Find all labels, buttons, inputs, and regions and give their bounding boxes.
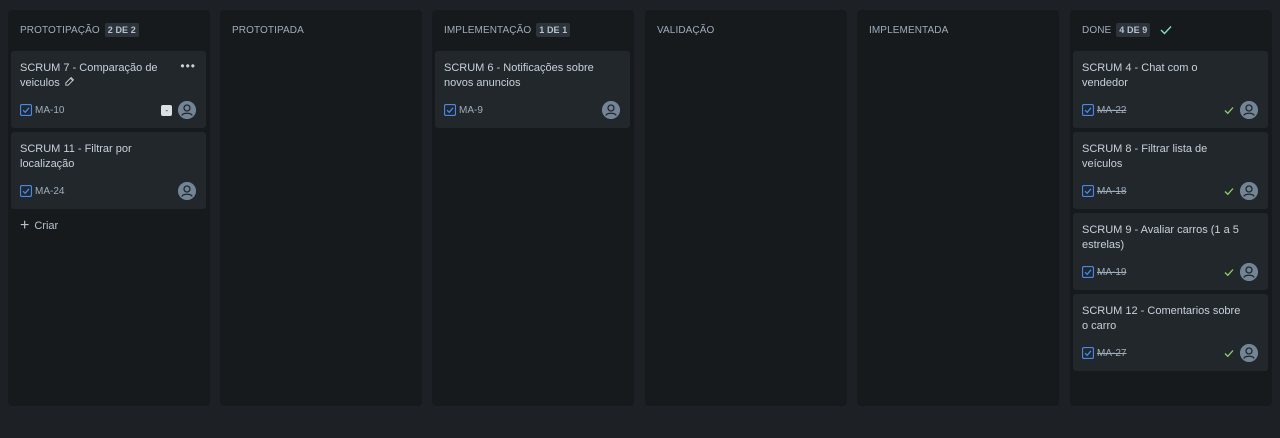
issue-key[interactable]: MA-24 xyxy=(35,186,64,197)
card-footer: MA-24 xyxy=(20,182,196,200)
resolved-check-icon xyxy=(1224,106,1234,114)
card-title: SCRUM 7 - Comparação de veiculos xyxy=(20,62,158,89)
column-header: IMPLEMENTAÇÃO 1 DE 1 xyxy=(444,23,626,37)
issue-card[interactable]: SCRUM 7 - Comparação de veiculos ••• MA-… xyxy=(11,51,206,128)
checkbox-task-icon xyxy=(1082,104,1094,116)
user-avatar-icon[interactable] xyxy=(602,101,620,119)
card-title: SCRUM 6 - Notificações sobre novos anunc… xyxy=(444,62,594,89)
column-title: IMPLEMENTAÇÃO xyxy=(444,24,532,36)
card-title: SCRUM 9 - Avaliar carros (1 a 5 estrelas… xyxy=(1082,224,1239,251)
card-title: SCRUM 12 - Comentarios sobre o carro xyxy=(1082,305,1241,332)
issue-card[interactable]: SCRUM 11 - Filtrar por localização MA-24 xyxy=(11,132,206,209)
column-validacao: VALIDAÇÃO xyxy=(645,10,847,406)
card-footer: MA-27 xyxy=(1082,344,1258,362)
column-header: DONE 4 DE 9 xyxy=(1082,23,1264,37)
card-title: SCRUM 11 - Filtrar por localização xyxy=(20,143,132,170)
issue-count-badge: 1 DE 1 xyxy=(536,23,571,37)
issue-count-badge: 4 DE 9 xyxy=(1116,23,1151,37)
checkbox-task-icon xyxy=(20,185,32,197)
column-prototipacao: PROTOTIPAÇÃO 2 DE 2 SCRUM 7 - Comparação… xyxy=(8,10,210,406)
issue-card[interactable]: SCRUM 9 - Avaliar carros (1 a 5 estrelas… xyxy=(1073,213,1268,290)
issue-key[interactable]: MA-22 xyxy=(1097,105,1126,116)
checkmark-icon xyxy=(1160,24,1172,36)
create-issue-button[interactable]: + Criar xyxy=(20,217,59,234)
user-avatar-icon[interactable] xyxy=(1240,182,1258,200)
resolved-check-icon xyxy=(1224,187,1234,195)
issue-key[interactable]: MA-27 xyxy=(1097,348,1126,359)
user-avatar-icon[interactable] xyxy=(1240,344,1258,362)
resolved-check-icon xyxy=(1224,268,1234,276)
issue-key[interactable]: MA-10 xyxy=(35,105,64,116)
column-header: PROTOTIPAÇÃO 2 DE 2 xyxy=(20,23,202,37)
checkbox-task-icon xyxy=(1082,266,1094,278)
issue-card[interactable]: SCRUM 4 - Chat com o vendedor MA-22 xyxy=(1073,51,1268,128)
issue-key[interactable]: MA-18 xyxy=(1097,186,1126,197)
column-prototipada: PROTOTIPADA xyxy=(220,10,422,406)
column-implementacao: IMPLEMENTAÇÃO 1 DE 1 SCRUM 6 - Notificaç… xyxy=(432,10,634,406)
card-footer: MA-18 xyxy=(1082,182,1258,200)
checkbox-task-icon xyxy=(444,104,456,116)
checkbox-task-icon xyxy=(20,104,32,116)
issue-key[interactable]: MA-19 xyxy=(1097,267,1126,278)
card-title: SCRUM 4 - Chat com o vendedor xyxy=(1082,62,1198,89)
checkbox-task-icon xyxy=(1082,185,1094,197)
issue-key[interactable]: MA-9 xyxy=(459,105,483,116)
column-title: PROTOTIPADA xyxy=(232,24,304,36)
resolved-check-icon xyxy=(1224,349,1234,357)
pencil-edit-icon[interactable] xyxy=(64,76,75,87)
column-header: VALIDAÇÃO xyxy=(657,23,839,37)
estimate-badge[interactable]: - xyxy=(161,104,172,116)
column-title: VALIDAÇÃO xyxy=(657,24,715,36)
card-footer: MA-10 - xyxy=(20,101,196,119)
kanban-board: PROTOTIPAÇÃO 2 DE 2 SCRUM 7 - Comparação… xyxy=(0,0,1280,438)
issue-card[interactable]: SCRUM 12 - Comentarios sobre o carro MA-… xyxy=(1073,294,1268,371)
issue-card[interactable]: SCRUM 6 - Notificações sobre novos anunc… xyxy=(435,51,630,128)
plus-icon: + xyxy=(20,217,30,234)
column-title: DONE xyxy=(1082,24,1112,36)
column-header: PROTOTIPADA xyxy=(232,23,414,37)
column-title: IMPLEMENTADA xyxy=(869,24,949,36)
card-footer: MA-22 xyxy=(1082,101,1258,119)
column-header: IMPLEMENTADA xyxy=(869,23,1051,37)
more-actions-icon[interactable]: ••• xyxy=(180,60,196,72)
column-implementada: IMPLEMENTADA xyxy=(857,10,1059,406)
checkbox-task-icon xyxy=(1082,347,1094,359)
card-footer: MA-9 xyxy=(444,101,620,119)
user-avatar-icon[interactable] xyxy=(178,101,196,119)
issue-count-badge: 2 DE 2 xyxy=(104,23,139,37)
issue-card[interactable]: SCRUM 8 - Filtrar lista de veículos MA-1… xyxy=(1073,132,1268,209)
user-avatar-icon[interactable] xyxy=(178,182,196,200)
column-title: PROTOTIPAÇÃO xyxy=(20,24,100,36)
create-label: Criar xyxy=(34,220,59,232)
card-footer: MA-19 xyxy=(1082,263,1258,281)
user-avatar-icon[interactable] xyxy=(1240,101,1258,119)
column-done: DONE 4 DE 9 SCRUM 4 - Chat com o vendedo… xyxy=(1070,10,1272,406)
card-title: SCRUM 8 - Filtrar lista de veículos xyxy=(1082,143,1208,170)
user-avatar-icon[interactable] xyxy=(1240,263,1258,281)
